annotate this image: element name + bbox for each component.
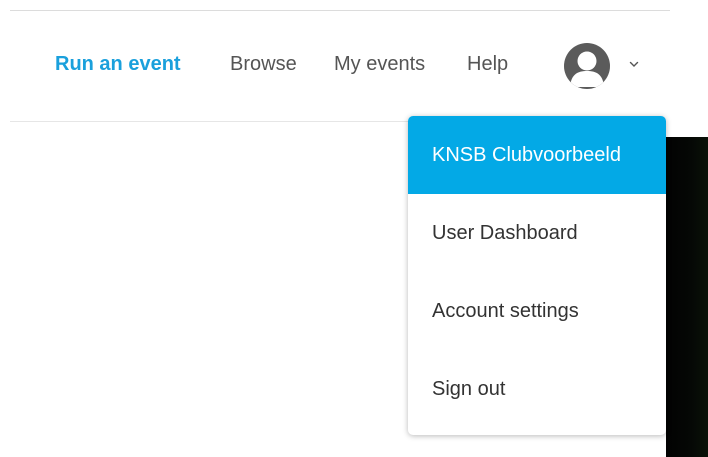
menu-item-account-settings[interactable]: Account settings [408,272,666,350]
menu-item-sign-out[interactable]: Sign out [408,350,666,428]
dropdown-panel: KNSB Clubvoorbeeld User Dashboard Accoun… [408,116,666,435]
help-link[interactable]: Help [467,51,508,77]
account-dropdown: KNSB Clubvoorbeeld User Dashboard Accoun… [408,103,666,435]
menu-item-user-dashboard[interactable]: User Dashboard [408,194,666,272]
browse-link[interactable]: Browse [230,51,297,77]
background-panel [666,137,708,457]
run-event-link[interactable]: Run an event [55,51,181,77]
menu-item-organization[interactable]: KNSB Clubvoorbeeld [408,116,666,194]
top-divider [10,10,670,11]
account-menu-toggle[interactable] [564,43,646,89]
chevron-down-icon [629,61,639,67]
user-avatar-icon [564,43,610,89]
my-events-link[interactable]: My events [334,51,425,77]
header-divider [10,121,408,122]
